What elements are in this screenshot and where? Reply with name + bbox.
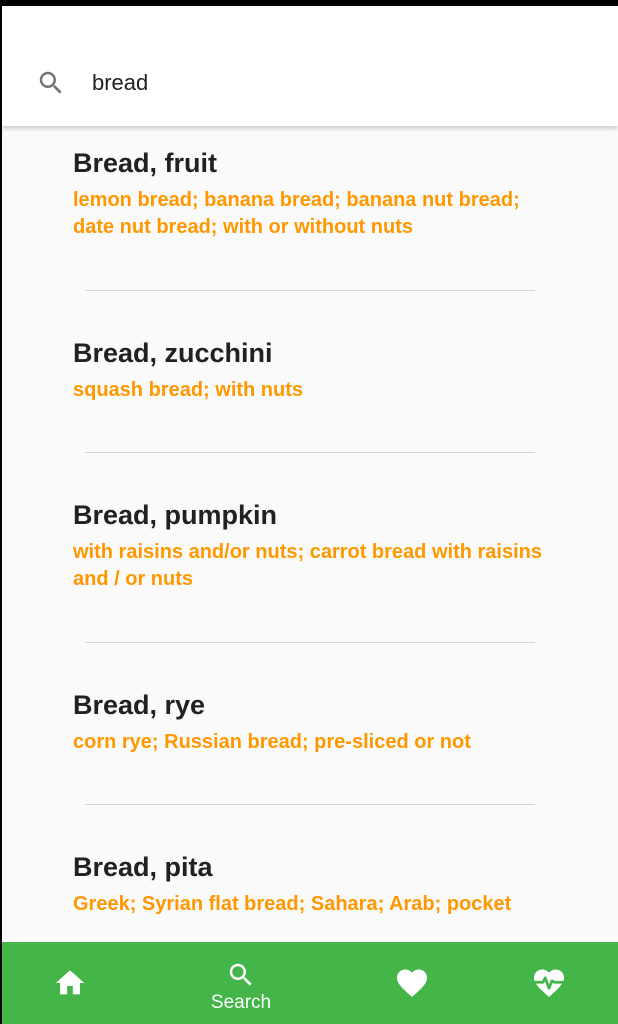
search-input[interactable] xyxy=(92,64,572,102)
result-title: Bread, zucchini xyxy=(73,338,273,368)
heartbeat-icon xyxy=(533,969,565,998)
nav-health[interactable] xyxy=(509,942,589,1024)
nav-home[interactable] xyxy=(30,942,110,1024)
result-description: lemon bread; banana bread; banana nut br… xyxy=(73,189,520,238)
result-title: Bread, rye xyxy=(73,690,206,720)
search-icon xyxy=(229,963,252,986)
results-list: Bread, fruit lemon bread; banana bread; … xyxy=(2,126,618,942)
list-item[interactable]: Bread, rye corn rye; Russian bread; pre-… xyxy=(73,689,553,756)
result-title: Bread, fruit xyxy=(73,148,218,178)
result-description: squash bread; with nuts xyxy=(73,379,304,401)
search-bar xyxy=(2,6,618,126)
result-description: corn rye; Russian bread; pre-sliced or n… xyxy=(73,731,471,753)
divider xyxy=(85,290,535,291)
result-title: Bread, pumpkin xyxy=(73,500,278,530)
list-item[interactable]: Bread, zucchini squash bread; with nuts xyxy=(73,337,553,404)
bottom-navigation: Search xyxy=(2,942,618,1024)
divider xyxy=(85,452,535,453)
nav-search-label: Search xyxy=(210,992,272,1013)
list-item[interactable]: Bread, fruit lemon bread; banana bread; … xyxy=(73,147,553,241)
divider xyxy=(85,642,535,643)
result-title: Bread, pita xyxy=(73,852,213,882)
divider xyxy=(85,804,535,805)
result-description: with raisins and/or nuts; carrot bread w… xyxy=(73,541,542,590)
heart-icon xyxy=(397,969,427,998)
result-description: Greek; Syrian flat bread; Sahara; Arab; … xyxy=(73,893,512,915)
home-icon xyxy=(55,970,85,995)
list-item[interactable]: Bread, pita Greek; Syrian flat bread; Sa… xyxy=(73,851,553,918)
nav-favorites[interactable] xyxy=(372,942,452,1024)
list-item[interactable]: Bread, pumpkin with raisins and/or nuts;… xyxy=(73,499,553,593)
search-icon[interactable] xyxy=(36,68,66,98)
nav-search[interactable]: Search xyxy=(191,942,291,1024)
app-window: Bread, fruit lemon bread; banana bread; … xyxy=(2,6,618,1024)
